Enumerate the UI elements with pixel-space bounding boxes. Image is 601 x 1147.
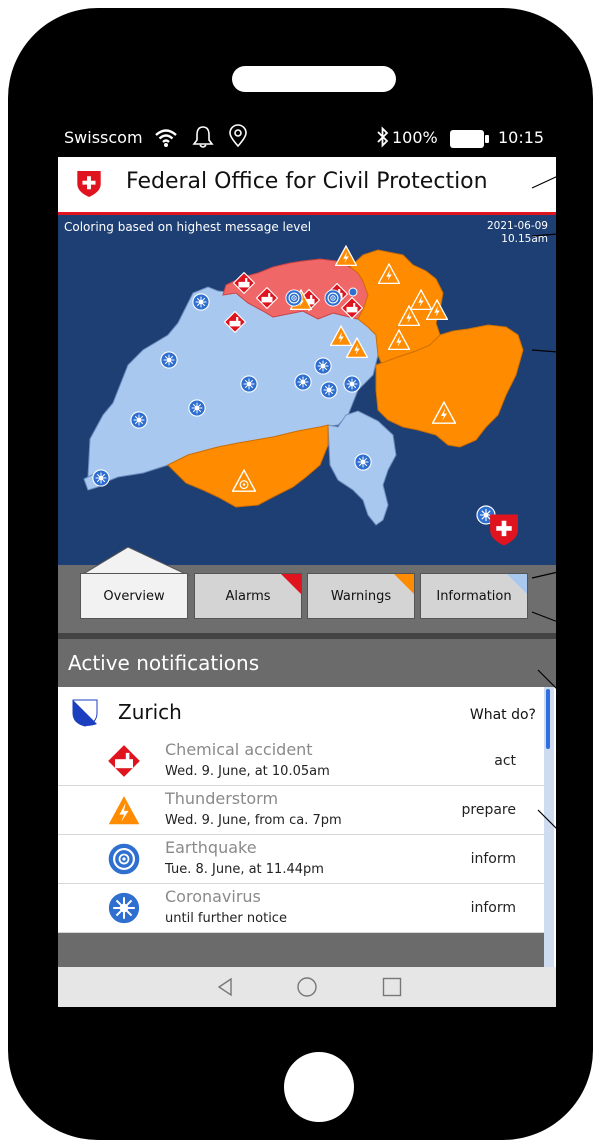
coronavirus-marker: [240, 375, 258, 393]
coronavirus-marker: [92, 469, 110, 487]
coronavirus-marker: [188, 399, 206, 417]
carrier-label: Swisscom: [64, 128, 143, 147]
notification-title: Earthquake: [165, 838, 257, 857]
notification-time: Tue. 8. June, at 11.44pm: [165, 862, 324, 877]
battery-percent: 100%: [392, 128, 438, 147]
zurich-coat-of-arms-icon: [72, 699, 98, 727]
earthquake-marker: [324, 289, 342, 307]
tab-warnings[interactable]: Warnings: [307, 573, 415, 619]
list-footer: [58, 933, 544, 967]
thunderstorm-marker: [335, 245, 357, 267]
tab-warnings-label: Warnings: [330, 589, 392, 604]
tab-information-label: Information: [436, 589, 512, 604]
alarm-corner-marker: [281, 574, 301, 594]
tab-bar: Overview Alarms Warnings Information: [58, 547, 556, 633]
notification-title: Coronavirus: [165, 887, 261, 906]
android-nav-bar: [58, 967, 556, 1007]
tab-overview-label: Overview: [103, 589, 165, 604]
warning-corner-marker: [394, 574, 414, 594]
tab-alarms[interactable]: Alarms: [194, 573, 302, 619]
speaker-grille: [232, 66, 396, 92]
notification-title: Chemical accident: [165, 740, 313, 759]
chemical-accident-icon: [106, 743, 142, 779]
coronavirus-marker: [130, 411, 148, 429]
information-corner-marker: [507, 574, 527, 594]
back-icon[interactable]: [216, 977, 234, 997]
switzerland-map: [83, 245, 524, 546]
home-button[interactable]: [284, 1052, 354, 1122]
earthquake-icon: [106, 841, 142, 877]
battery-icon: [450, 130, 489, 148]
coronavirus-marker: [343, 375, 361, 393]
clock: 10:15: [498, 128, 545, 147]
tab-overview[interactable]: Overview: [80, 573, 188, 619]
wifi-icon: [155, 129, 177, 147]
thunderstorm-icon: [106, 792, 142, 828]
notification-row[interactable]: Chemical accident Wed. 9. June, at 10.05…: [58, 737, 544, 786]
app-header: Federal Office for Civil Protection: [58, 157, 556, 215]
location-icon: [229, 124, 247, 148]
action-column-header: What do?: [469, 707, 536, 723]
coronavirus-marker: [320, 381, 338, 399]
region-name: Zurich: [118, 700, 182, 724]
status-bar: Swisscom 100% 10:15: [58, 124, 556, 154]
notification-row[interactable]: Earthquake Tue. 8. June, at 11.44pm info…: [58, 835, 544, 884]
notification-time: until further notice: [165, 911, 287, 926]
hazard-map[interactable]: Coloring based on highest message level …: [58, 215, 556, 565]
annotation-lines: [531, 175, 559, 831]
notification-row[interactable]: Thunderstorm Wed. 9. June, from ca. 7pm …: [58, 786, 544, 835]
bell-icon: [192, 126, 214, 148]
notifications-heading: Active notifications: [68, 651, 260, 675]
coronavirus-marker: [354, 453, 372, 471]
coronavirus-marker: [314, 357, 332, 375]
notification-title: Thunderstorm: [165, 789, 279, 808]
tab-alarms-label: Alarms: [225, 589, 271, 604]
swiss-shield-logo: [76, 169, 102, 199]
notification-level: inform: [470, 851, 516, 867]
notification-level: prepare: [461, 802, 516, 818]
app-screen: Federal Office for Civil Protection Colo…: [58, 157, 556, 1007]
home-icon[interactable]: [296, 976, 318, 998]
page-title: Federal Office for Civil Protection: [126, 169, 488, 194]
coronavirus-marker: [160, 351, 178, 369]
tab-information[interactable]: Information: [420, 573, 528, 619]
coronavirus-marker: [294, 373, 312, 391]
coronavirus-marker: [192, 293, 210, 311]
recents-icon[interactable]: [382, 977, 402, 997]
notification-time: Wed. 9. June, from ca. 7pm: [165, 813, 342, 828]
notification-time: Wed. 9. June, at 10.05am: [165, 764, 330, 779]
bluetooth-icon: [377, 126, 389, 148]
notifications-header: Active notifications: [58, 639, 556, 687]
notification-level: act: [494, 753, 516, 769]
swiss-emblem: [490, 514, 518, 546]
coronavirus-icon: [106, 890, 142, 926]
earthquake-marker: [285, 289, 303, 307]
notification-level: inform: [470, 900, 516, 916]
region-header[interactable]: Zurich What do?: [58, 687, 544, 738]
notification-row[interactable]: Coronavirus until further notice inform: [58, 884, 544, 933]
